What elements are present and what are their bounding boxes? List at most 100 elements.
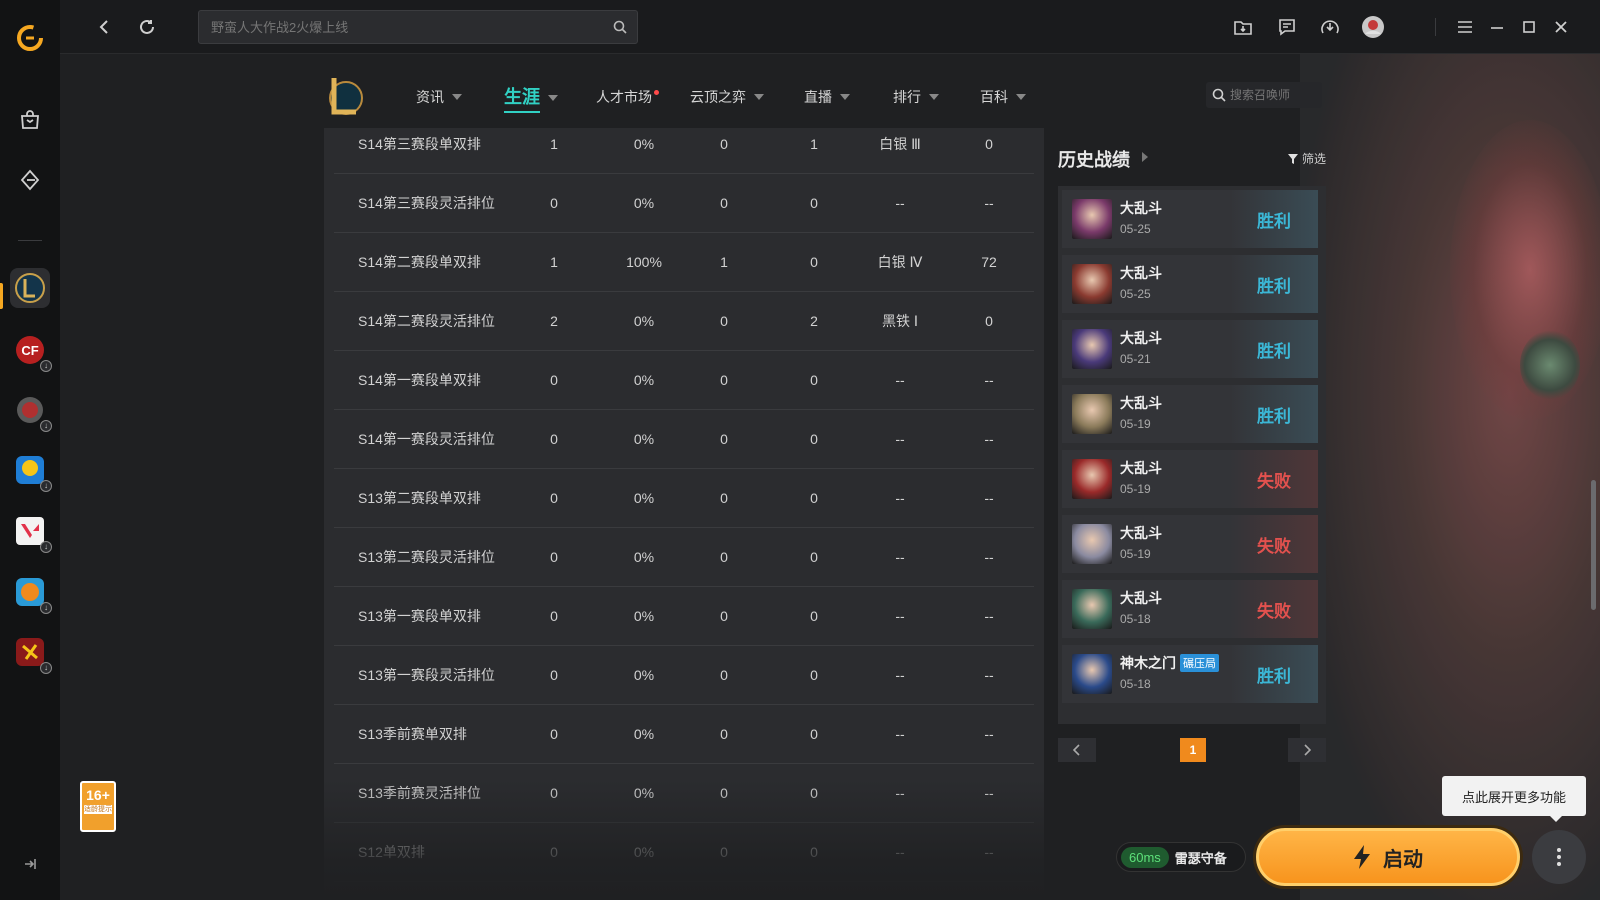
minimize-icon[interactable] bbox=[1484, 14, 1510, 40]
match-result: 胜利 bbox=[1230, 645, 1318, 703]
app-logo-icon[interactable] bbox=[10, 18, 50, 58]
table-row: S14第一赛段灵活排位 0 0% 0 0 -- -- bbox=[334, 409, 1034, 469]
active-indicator bbox=[0, 283, 3, 309]
game-nba-icon[interactable]: ↓ bbox=[10, 572, 52, 614]
game-dnf-icon[interactable]: ↓ bbox=[10, 390, 52, 432]
game-valorant-icon[interactable]: ↓ bbox=[10, 511, 52, 553]
match-date: 05-19 bbox=[1120, 547, 1151, 561]
table-row: S13第一赛段单双排 0 0% 0 0 -- -- bbox=[334, 586, 1034, 646]
chevron-down-icon bbox=[754, 94, 764, 100]
match-item[interactable]: 大乱斗 05-19 失败 bbox=[1062, 515, 1318, 573]
chevron-right-icon[interactable] bbox=[1142, 152, 1148, 162]
table-cell: 0 bbox=[550, 666, 558, 683]
history-title[interactable]: 历史战绩 bbox=[1058, 146, 1130, 172]
menu-icon[interactable] bbox=[1452, 14, 1478, 40]
global-search-input[interactable] bbox=[199, 11, 637, 43]
table-cell: S13第二赛段灵活排位 bbox=[358, 548, 495, 565]
back-arrow-icon[interactable] bbox=[92, 14, 118, 40]
next-page-button[interactable] bbox=[1288, 738, 1326, 762]
match-result: 胜利 bbox=[1230, 255, 1318, 313]
prev-page-button[interactable] bbox=[1058, 738, 1096, 762]
chevron-left-icon bbox=[1073, 744, 1080, 756]
filter-button[interactable]: 筛选 bbox=[1288, 150, 1326, 167]
game-lol-icon[interactable] bbox=[10, 268, 50, 308]
table-cell: 0 bbox=[720, 548, 728, 565]
game-qq-speed-icon[interactable]: ↓ bbox=[10, 450, 52, 492]
server-name: 雷瑟守备 bbox=[1174, 850, 1227, 866]
match-tag-badge: 碾压局 bbox=[1180, 654, 1219, 672]
table-row: S14第三赛段灵活排位 0 0% 0 0 -- -- bbox=[334, 173, 1034, 233]
table-cell: 100% bbox=[626, 253, 662, 270]
match-date: 05-19 bbox=[1120, 417, 1151, 431]
match-item[interactable]: 大乱斗 05-25 胜利 bbox=[1062, 190, 1318, 248]
global-search-box[interactable] bbox=[198, 10, 638, 44]
more-options-button[interactable] bbox=[1532, 830, 1586, 884]
match-mode: 大乱斗 bbox=[1120, 393, 1162, 413]
tab-career[interactable]: 生涯 bbox=[504, 83, 558, 113]
match-item[interactable]: 大乱斗 05-21 胜利 bbox=[1062, 320, 1318, 378]
table-cell: 0 bbox=[810, 194, 818, 211]
server-ping-pill[interactable]: 60ms 雷瑟守备 bbox=[1116, 842, 1246, 872]
table-cell: -- bbox=[895, 194, 905, 211]
table-cell: -- bbox=[895, 666, 905, 683]
match-item[interactable]: 大乱斗 05-18 失败 bbox=[1062, 580, 1318, 638]
speed-boost-icon[interactable] bbox=[1317, 14, 1343, 40]
maximize-icon[interactable] bbox=[1516, 14, 1542, 40]
tab-talent-market[interactable]: 人才市场 bbox=[596, 87, 659, 107]
match-item[interactable]: 大乱斗 05-19 失败 bbox=[1062, 450, 1318, 508]
tab-wiki-label: 百科 bbox=[980, 89, 1008, 105]
tab-tft[interactable]: 云顶之弈 bbox=[690, 87, 764, 107]
page-scrollbar[interactable] bbox=[1591, 480, 1596, 610]
match-result: 失败 bbox=[1230, 515, 1318, 573]
champion-avatar bbox=[1072, 199, 1112, 239]
game-mmo-icon[interactable]: ↓ bbox=[10, 632, 52, 674]
table-row: S13季前赛灵活排位 0 0% 0 0 -- -- bbox=[334, 763, 1034, 823]
tab-live[interactable]: 直播 bbox=[804, 87, 850, 107]
table-cell: 0% bbox=[633, 312, 655, 329]
tab-wiki[interactable]: 百科 bbox=[980, 87, 1026, 107]
match-mode-label: 大乱斗 bbox=[1120, 200, 1162, 216]
tab-tft-label: 云顶之弈 bbox=[690, 89, 746, 105]
match-item[interactable]: 大乱斗 05-25 胜利 bbox=[1062, 255, 1318, 313]
store-bag-icon[interactable] bbox=[10, 100, 50, 140]
chevron-down-icon bbox=[929, 94, 939, 100]
page-number-current[interactable]: 1 bbox=[1180, 738, 1206, 762]
table-cell: 0 bbox=[720, 725, 728, 742]
folder-download-icon[interactable] bbox=[1230, 14, 1256, 40]
match-result: 胜利 bbox=[1230, 190, 1318, 248]
match-item[interactable]: 大乱斗 05-19 胜利 bbox=[1062, 385, 1318, 443]
game-tag-icon[interactable] bbox=[10, 160, 50, 200]
age-rating-number: 16+ bbox=[86, 787, 110, 803]
launch-button[interactable]: 启动 bbox=[1256, 828, 1520, 886]
notification-dot bbox=[654, 89, 659, 95]
table-row: S14第三赛段单双排 1 0% 0 1 白银 Ⅲ 0 bbox=[334, 114, 1034, 174]
table-cell: 0 bbox=[810, 843, 818, 860]
table-row: S14第二赛段灵活排位 2 0% 0 2 黑铁 Ⅰ 0 bbox=[334, 291, 1034, 351]
table-cell: 0 bbox=[720, 371, 728, 388]
champion-avatar bbox=[1072, 524, 1112, 564]
table-cell: 0% bbox=[633, 548, 655, 565]
match-mode-label: 大乱斗 bbox=[1120, 590, 1162, 606]
search-icon[interactable] bbox=[613, 20, 627, 39]
tab-news[interactable]: 资讯 bbox=[416, 87, 462, 107]
age-rating-badge[interactable]: 16+ 适龄提示 bbox=[80, 781, 116, 832]
message-icon[interactable] bbox=[1274, 14, 1300, 40]
refresh-icon[interactable] bbox=[134, 14, 160, 40]
match-date: 05-25 bbox=[1120, 222, 1151, 236]
summoner-search-box[interactable] bbox=[1206, 82, 1322, 108]
collapse-sidebar-icon[interactable] bbox=[22, 856, 38, 872]
game-cf-icon[interactable]: CF ↓ bbox=[10, 330, 52, 372]
close-icon[interactable] bbox=[1548, 14, 1574, 40]
ping-value: 60ms bbox=[1121, 846, 1169, 868]
table-cell: 0 bbox=[720, 135, 728, 152]
tab-ranking[interactable]: 排行 bbox=[893, 87, 939, 107]
table-cell: 0 bbox=[720, 489, 728, 506]
table-cell: 0 bbox=[550, 725, 558, 742]
champion-avatar bbox=[1072, 264, 1112, 304]
user-avatar[interactable] bbox=[1360, 14, 1386, 40]
table-cell: 0 bbox=[985, 135, 993, 152]
match-mode: 大乱斗 bbox=[1120, 198, 1162, 218]
match-item[interactable]: 神木之门 碾压局 05-18 胜利 bbox=[1062, 645, 1318, 703]
table-cell: S14第二赛段灵活排位 bbox=[358, 312, 495, 329]
table-cell: 0% bbox=[633, 430, 655, 447]
